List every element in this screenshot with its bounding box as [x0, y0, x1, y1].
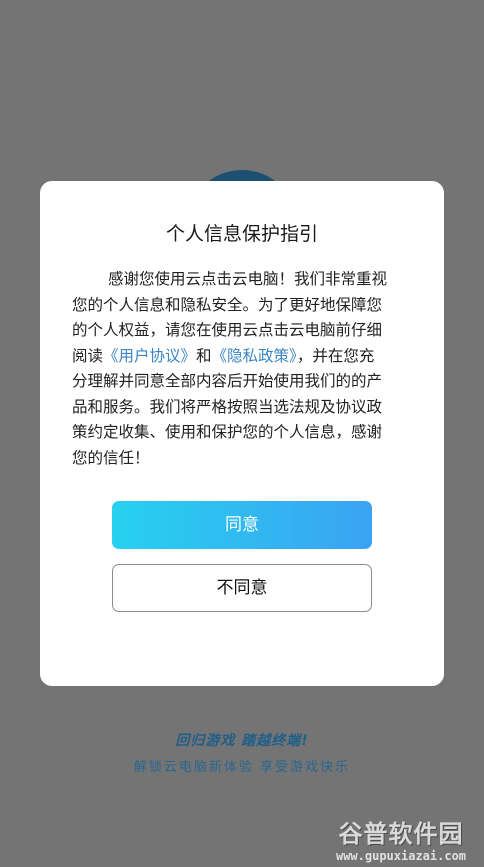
body-line-4-and: 和 [196, 346, 212, 365]
watermark-url: www.gupuxiazai.com [335, 849, 467, 863]
background-slogan: 回归游戏 踏越终端! [175, 733, 309, 749]
body-line-8: 您的信任！ [72, 448, 150, 467]
agree-button[interactable]: 同意 [112, 501, 372, 549]
body-line-5: 分理解并同意全部内容后开始使用我们的的产 [72, 372, 383, 390]
privacy-dialog: 个人信息保护指引 感谢您使用云点击云电脑！我们非常重视 您的个人信息和隐私安全。… [40, 181, 444, 686]
body-line-4-suffix: ，并在您充 [296, 346, 375, 365]
body-line-7: 策约定收集、使用和保护您的个人信息，感谢 [72, 423, 383, 441]
disagree-button[interactable]: 不同意 [112, 564, 372, 612]
privacy-policy-link[interactable]: 《隐私政策》 [212, 347, 297, 365]
watermark-title: 谷普软件园 [338, 820, 464, 848]
body-line-4-prefix: 阅读 [72, 346, 104, 365]
body-line-3: 的个人权益，请您在使用云点击云电脑前仔细 [72, 321, 383, 339]
user-agreement-link[interactable]: 《用户协议》 [103, 347, 196, 365]
dialog-title: 个人信息保护指引 [165, 223, 318, 245]
body-line-4: 阅读《用户协议》和《隐私政策》，并在您充 [72, 344, 412, 370]
dialog-body: 感谢您使用云点击云电脑！我们非常重视 您的个人信息和隐私安全。为了更好地保障您 … [72, 267, 412, 471]
watermark: 谷普软件园 www.gupuxiazai.com [326, 814, 476, 863]
body-line-2: 您的个人信息和隐私安全。为了更好地保障您 [72, 295, 383, 314]
body-line-1: 感谢您使用云点击云电脑！我们非常重视 [108, 270, 388, 288]
background-subtitle: 解锁云电脑新体验 享受游戏快乐 [133, 760, 351, 775]
body-line-6: 品和服务。我们将严格按照当选法规及协议政 [72, 397, 383, 416]
